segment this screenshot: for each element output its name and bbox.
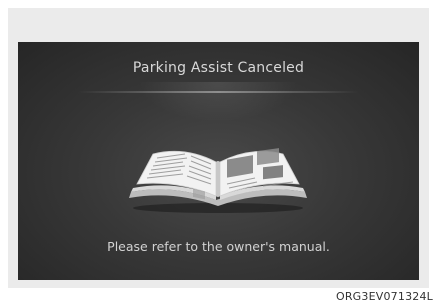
open-book-icon xyxy=(129,148,307,213)
display-panel: Parking Assist Canceled Please refer to … xyxy=(8,8,429,288)
notification-title: Parking Assist Canceled xyxy=(132,60,305,76)
title-divider xyxy=(78,91,359,93)
notification-screen: Parking Assist Canceled Please refer to … xyxy=(18,42,419,280)
title-glow xyxy=(138,82,298,122)
figure-code: ORG3EV071324L xyxy=(335,290,433,303)
notification-message: Please refer to the owner's manual. xyxy=(107,239,330,254)
